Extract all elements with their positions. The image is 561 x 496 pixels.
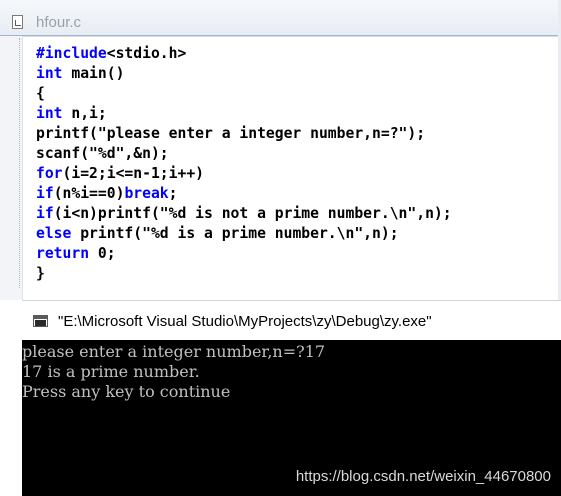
code-keyword: #include	[36, 45, 107, 62]
code-keyword: if	[36, 205, 54, 222]
code-text: main()	[62, 65, 125, 82]
code-line: int n,i;	[36, 104, 452, 124]
code-line: #include<stdio.h>	[36, 44, 452, 64]
console-output-area[interactable]: please enter a integer number,n=?17 17 is…	[22, 340, 561, 496]
code-line: if(n%i==0)break;	[36, 184, 452, 204]
code-line: printf("please enter a integer number,n=…	[36, 124, 452, 144]
console-line: 17 is a prime number.	[22, 362, 200, 381]
code-area[interactable]: #include<stdio.h> int main(){int n,i; prin…	[36, 44, 452, 284]
code-keyword: else	[36, 225, 72, 242]
code-text: (n%i==0)	[53, 185, 125, 202]
code-keyword: break	[124, 185, 169, 202]
console-title: "E:\Microsoft Visual Studio\MyProjects\z…	[58, 313, 432, 330]
code-text: (i<n)printf("%d is not a prime number.\n…	[53, 205, 452, 222]
code-line: return 0;	[36, 244, 452, 264]
watermark-text: https://blog.csdn.net/weixin_44670800	[295, 468, 551, 485]
titlebar-divider	[0, 35, 561, 36]
editor-titlebar[interactable]: hfour.c	[0, 0, 561, 37]
console-titlebar[interactable]: "E:\Microsoft Visual Studio\MyProjects\z…	[22, 300, 561, 340]
code-keyword: if	[36, 185, 54, 202]
editor-window: hfour.c #include<stdio.h> int main(){int …	[0, 0, 561, 300]
console-app-icon[interactable]	[33, 315, 48, 327]
code-line: for(i=2;i<=n-1;i++)	[36, 164, 452, 184]
console-line: please enter a integer number,n=?17	[22, 342, 326, 361]
code-line: {	[36, 84, 452, 104]
code-text: }	[36, 265, 45, 282]
code-keyword: int	[36, 105, 63, 122]
code-text: <stdio.h>	[106, 45, 187, 62]
console-output: please enter a integer number,n=?17 17 is…	[22, 342, 325, 402]
code-text: printf("please enter a integer number,n=…	[36, 125, 426, 142]
code-text: ;	[168, 185, 178, 202]
console-window: "E:\Microsoft Visual Studio\MyProjects\z…	[22, 300, 561, 496]
code-keyword: int	[36, 65, 63, 82]
code-line: }	[36, 264, 452, 284]
code-text: printf("%d is a prime number.\n",n);	[71, 225, 399, 242]
code-text: scanf("%d",&n);	[36, 145, 169, 162]
code-keyword: for	[36, 165, 63, 182]
code-keyword: return	[36, 245, 90, 262]
code-line: int main()	[36, 64, 452, 84]
code-text: {	[36, 85, 45, 102]
code-text: (i=2;i<=n-1;i++)	[62, 165, 205, 182]
code-line: scanf("%d",&n);	[36, 144, 452, 164]
fold-guide	[19, 38, 22, 288]
code-text: 0;	[89, 245, 116, 262]
code-text: n,i;	[62, 105, 107, 122]
code-line: if(i<n)printf("%d is not a prime number.…	[36, 204, 452, 224]
editor-title: hfour.c	[36, 14, 82, 31]
c-file-icon	[12, 15, 23, 29]
console-line: Press any key to continue	[22, 382, 231, 401]
code-line: else printf("%d is a prime number.\n",n)…	[36, 224, 452, 244]
